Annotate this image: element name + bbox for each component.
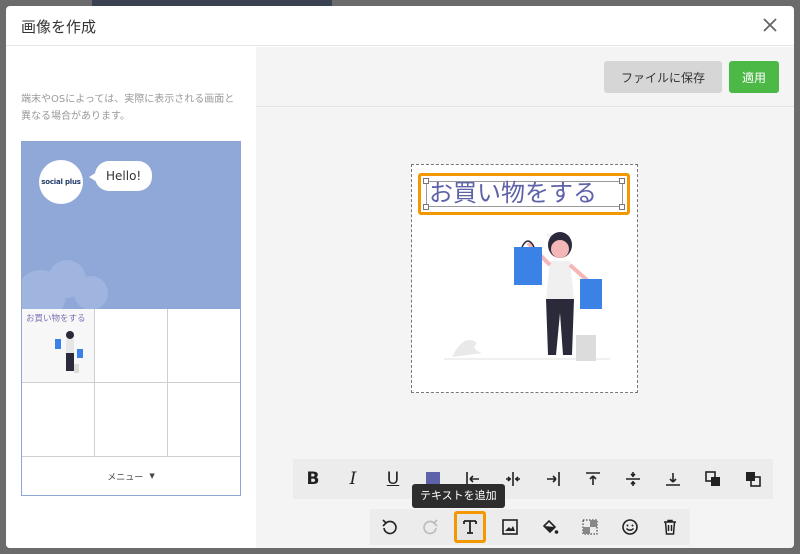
text-icon bbox=[463, 520, 477, 534]
text-object-highlight[interactable]: お買い物をする bbox=[418, 173, 630, 215]
resize-handle[interactable] bbox=[619, 204, 625, 210]
delete-button[interactable] bbox=[650, 510, 690, 544]
send-backward-icon bbox=[746, 472, 761, 487]
rich-menu-grid: お買い物をする bbox=[22, 309, 240, 457]
italic-icon: I bbox=[349, 469, 357, 489]
close-icon bbox=[763, 18, 777, 32]
editor-action-bar: ファイルに保存 適用 bbox=[256, 47, 794, 107]
apply-button[interactable]: 適用 bbox=[729, 61, 779, 93]
shopping-illustration-thumbnail bbox=[55, 331, 83, 373]
close-button[interactable] bbox=[758, 13, 782, 37]
transparency-button[interactable] bbox=[570, 510, 610, 544]
underline-icon: U bbox=[386, 469, 400, 489]
align-center-icon bbox=[506, 472, 520, 486]
send-backward-button[interactable] bbox=[733, 462, 773, 496]
emoji-icon bbox=[622, 519, 638, 535]
align-middle-icon bbox=[626, 472, 640, 486]
redo-button[interactable] bbox=[410, 510, 450, 544]
resize-handle[interactable] bbox=[619, 178, 625, 184]
bring-forward-button[interactable] bbox=[693, 462, 733, 496]
add-image-button[interactable] bbox=[490, 510, 530, 544]
modal-header: 画像を作成 bbox=[6, 6, 794, 46]
object-toolbar bbox=[370, 509, 690, 545]
preview-pane: 端末やOSによっては、実際に表示される画面と異なる場合があります。 social… bbox=[6, 47, 256, 548]
undo-icon bbox=[382, 519, 397, 535]
shopping-woman-illustration bbox=[444, 232, 610, 361]
image-editor-modal: 画像を作成 端末やOSによっては、実際に表示される画面と異なる場合があります。 … bbox=[6, 6, 794, 548]
align-bottom-button[interactable] bbox=[653, 462, 693, 496]
chat-bubble: Hello! bbox=[95, 161, 153, 191]
text-format-toolbar: B I U bbox=[293, 459, 773, 499]
align-middle-button[interactable] bbox=[613, 462, 653, 496]
align-top-icon bbox=[586, 472, 600, 485]
menu-label: メニュー bbox=[107, 472, 144, 483]
add-text-button[interactable] bbox=[454, 511, 486, 543]
chat-area: social plus Hello! bbox=[22, 142, 240, 309]
bold-button[interactable]: B bbox=[293, 462, 333, 496]
align-right-button[interactable] bbox=[533, 462, 573, 496]
preview-note: 端末やOSによっては、実際に表示される画面と異なる場合があります。 bbox=[21, 94, 235, 122]
caret-down-icon: ▼ bbox=[149, 472, 155, 480]
align-top-button[interactable] bbox=[573, 462, 613, 496]
transparency-icon bbox=[582, 519, 598, 535]
editor-pane: ファイルに保存 適用 お買い物をする B I U テキストを追加 bbox=[256, 47, 794, 548]
fill-button[interactable] bbox=[530, 510, 570, 544]
rich-menu-cell[interactable] bbox=[22, 383, 95, 457]
emoji-button[interactable] bbox=[610, 510, 650, 544]
add-text-tooltip: テキストを追加 bbox=[412, 484, 505, 508]
resize-handle[interactable] bbox=[423, 204, 429, 210]
trash-icon bbox=[664, 519, 676, 535]
undo-button[interactable] bbox=[370, 510, 410, 544]
align-right-icon bbox=[547, 472, 560, 486]
rich-menu-cell[interactable] bbox=[168, 383, 240, 457]
avatar: social plus bbox=[39, 160, 83, 204]
menu-toggle[interactable]: メニュー ▼ bbox=[22, 457, 240, 495]
resize-handle[interactable] bbox=[423, 178, 429, 184]
paint-bucket-icon bbox=[542, 519, 559, 534]
avatar-logo-text: social plus bbox=[41, 178, 81, 186]
bring-forward-icon bbox=[705, 471, 720, 486]
modal-title: 画像を作成 bbox=[21, 18, 97, 36]
rich-menu-cell[interactable] bbox=[168, 309, 240, 383]
image-canvas[interactable]: お買い物をする bbox=[411, 164, 638, 393]
redo-icon bbox=[423, 519, 438, 535]
image-icon bbox=[502, 519, 518, 535]
rich-menu-cell[interactable] bbox=[95, 309, 168, 383]
phone-preview: social plus Hello! お買い物をする メニュー ▼ bbox=[21, 141, 241, 496]
rich-menu-cell[interactable]: お買い物をする bbox=[22, 309, 95, 383]
rich-menu-cell[interactable] bbox=[95, 383, 168, 457]
save-to-file-button[interactable]: ファイルに保存 bbox=[604, 61, 722, 93]
align-bottom-icon bbox=[666, 473, 680, 486]
italic-button[interactable]: I bbox=[333, 462, 373, 496]
cloud-decoration bbox=[74, 276, 108, 309]
bold-icon: B bbox=[306, 469, 320, 489]
underline-button[interactable]: U bbox=[373, 462, 413, 496]
canvas-text[interactable]: お買い物をする bbox=[429, 176, 597, 210]
